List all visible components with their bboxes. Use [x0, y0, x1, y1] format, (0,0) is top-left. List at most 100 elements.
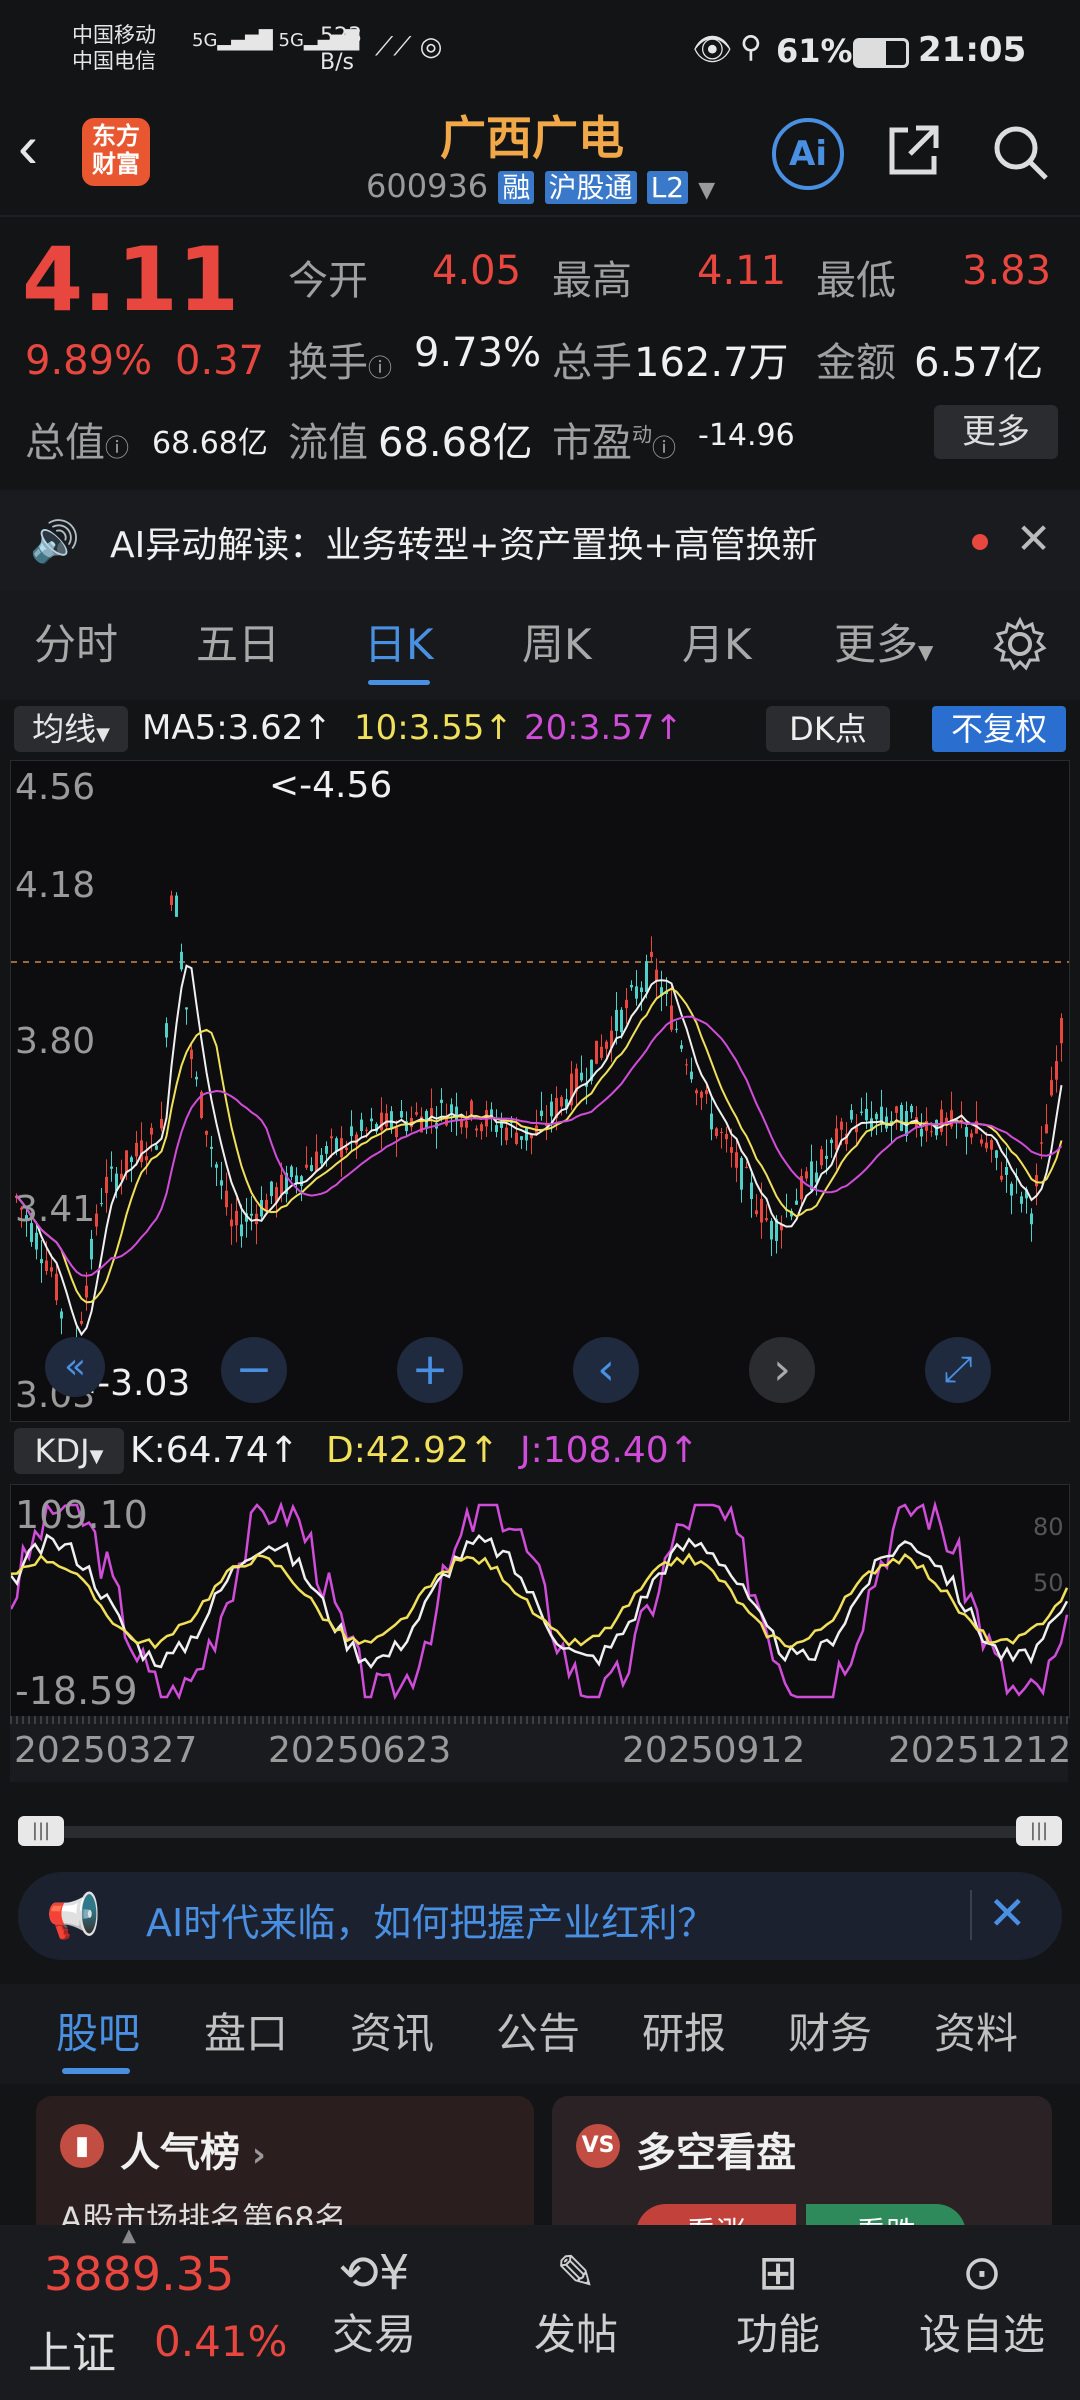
- candle: [615, 1009, 618, 1031]
- candle: [450, 1104, 453, 1113]
- scroll-left-icon[interactable]: ‹: [573, 1337, 639, 1403]
- promo-close-icon[interactable]: ✕: [988, 1886, 1027, 1940]
- candle: [390, 1111, 393, 1129]
- scroll-right-icon[interactable]: ›: [749, 1337, 815, 1403]
- adjust-mode-button[interactable]: 不复权: [932, 706, 1066, 752]
- kdj-chart[interactable]: 109.10 -18.59 80 50: [10, 1484, 1070, 1718]
- post-button[interactable]: ✎ 发帖: [516, 2245, 636, 2362]
- share-icon[interactable]: [886, 122, 939, 175]
- candle: [150, 1127, 153, 1135]
- back-icon[interactable]: ‹: [18, 112, 38, 181]
- tab-weekly-k[interactable]: 周K: [522, 590, 592, 700]
- search-icon[interactable]: [990, 122, 1050, 186]
- edit-icon: ✎: [555, 2245, 597, 2301]
- candle: [155, 1145, 158, 1150]
- range-handle-left[interactable]: |||: [18, 1816, 64, 1846]
- low-label: 最低: [816, 258, 896, 304]
- zoom-in-icon[interactable]: +: [397, 1337, 463, 1403]
- fullscreen-icon[interactable]: ⤢: [925, 1337, 991, 1403]
- more-button[interactable]: 更多: [934, 405, 1058, 459]
- tab-indicator: [368, 680, 430, 685]
- stock-code-row[interactable]: 600936 融 沪股通 L2 ▼: [366, 166, 715, 206]
- range-handle-right[interactable]: |||: [1016, 1816, 1062, 1846]
- candle: [350, 1126, 353, 1137]
- dk-point-select[interactable]: DK点: [766, 706, 890, 752]
- ma10-value: 10:3.55↑: [354, 708, 513, 748]
- more-dots-icon: ⊙: [961, 2245, 1003, 2301]
- tab-5day[interactable]: 五日: [196, 590, 280, 700]
- candle: [595, 1040, 598, 1064]
- candle: [1060, 1018, 1063, 1044]
- close-icon[interactable]: ✕: [1016, 514, 1051, 563]
- candle: [130, 1157, 133, 1163]
- candle: [330, 1136, 333, 1139]
- candle: [540, 1110, 543, 1117]
- function-button[interactable]: ⊞ 功能: [718, 2245, 838, 2362]
- collapse-arrow-icon[interactable]: ▲: [122, 2225, 136, 2246]
- candle: [160, 1118, 163, 1129]
- settings-gear-icon[interactable]: [990, 614, 1050, 678]
- indicator-select[interactable]: KDJ▼: [14, 1428, 124, 1474]
- add-watchlist-button[interactable]: ⊙ 设自选: [902, 2245, 1062, 2362]
- tab-finance[interactable]: 财务: [788, 1984, 872, 2084]
- candle: [1045, 1124, 1048, 1134]
- kdj-k-value: K:64.74↑: [130, 1430, 299, 1471]
- promo-banner[interactable]: 📢 AI时代来临，如何把握产业红利？ ✕: [18, 1872, 1062, 1960]
- date-label-1: 20250327: [14, 1730, 198, 1771]
- candle: [380, 1112, 383, 1131]
- carrier-2: 中国电信: [72, 49, 156, 73]
- candle: [635, 986, 638, 999]
- candle: [415, 1112, 418, 1115]
- candle: [805, 1171, 808, 1179]
- kline-chart[interactable]: 4.56 4.18 3.80 3.41 3.03 <-4.56 <-3.03 «…: [10, 760, 1070, 1422]
- candle: [170, 895, 173, 905]
- tab-monthly-k[interactable]: 月K: [682, 590, 752, 700]
- candle: [990, 1140, 993, 1150]
- tab-pankou[interactable]: 盘口: [204, 1984, 288, 2084]
- candle: [1055, 1061, 1058, 1080]
- candle: [250, 1213, 253, 1216]
- ai-button[interactable]: Ai: [772, 118, 844, 190]
- tab-announcements[interactable]: 公告: [496, 1984, 580, 2084]
- range-slider-track[interactable]: [40, 1826, 1040, 1838]
- candle: [310, 1165, 313, 1172]
- promo-text: AI时代来临，如何把握产业红利？: [146, 1901, 716, 1945]
- y-label-2: 4.18: [15, 865, 96, 906]
- candle: [835, 1128, 838, 1150]
- index-value[interactable]: 3889.35: [44, 2247, 234, 2301]
- candle: [995, 1150, 998, 1158]
- rewind-icon[interactable]: «: [45, 1337, 105, 1397]
- candle: [395, 1127, 398, 1138]
- tab-intraday[interactable]: 分时: [34, 590, 118, 700]
- battery-icon: [853, 38, 909, 68]
- candle: [930, 1131, 933, 1133]
- trade-button[interactable]: ⟲¥ 交易: [314, 2245, 434, 2362]
- tab-news[interactable]: 资讯: [350, 1984, 434, 2084]
- tab-more[interactable]: 更多▼: [834, 590, 933, 700]
- kline-canvas: [11, 890, 1069, 1374]
- pe-value: -14.96: [698, 418, 795, 453]
- candle: [195, 1076, 198, 1080]
- date-ticks: [10, 1716, 1068, 1724]
- ma5-line: [15, 964, 1063, 1337]
- candle: [175, 895, 178, 917]
- candle: [655, 969, 658, 982]
- candle: [580, 1072, 583, 1081]
- candle: [440, 1099, 443, 1103]
- mktcap-label: 总值ⓘ: [25, 420, 129, 466]
- candle: [1010, 1183, 1013, 1196]
- ai-anomaly-text: AI异动解读：业务转型+资产置换+高管换新: [110, 525, 818, 566]
- ma-select[interactable]: 均线▼: [14, 706, 128, 752]
- tab-research[interactable]: 研报: [642, 1984, 726, 2084]
- candle: [505, 1127, 508, 1141]
- candle: [840, 1121, 843, 1130]
- tab-profile[interactable]: 资料: [934, 1984, 1018, 2084]
- kdj-canvas: [11, 1500, 1069, 1701]
- kdj-y-bottom: -18.59: [15, 1669, 138, 1713]
- candle: [650, 951, 653, 957]
- ai-anomaly-bar[interactable]: 🔊 AI异动解读：业务转型+资产置换+高管换新 ✕: [0, 490, 1080, 590]
- candle: [110, 1166, 113, 1169]
- zoom-out-icon[interactable]: −: [221, 1337, 287, 1403]
- candle: [605, 1041, 608, 1049]
- high-label: 最高: [552, 258, 632, 304]
